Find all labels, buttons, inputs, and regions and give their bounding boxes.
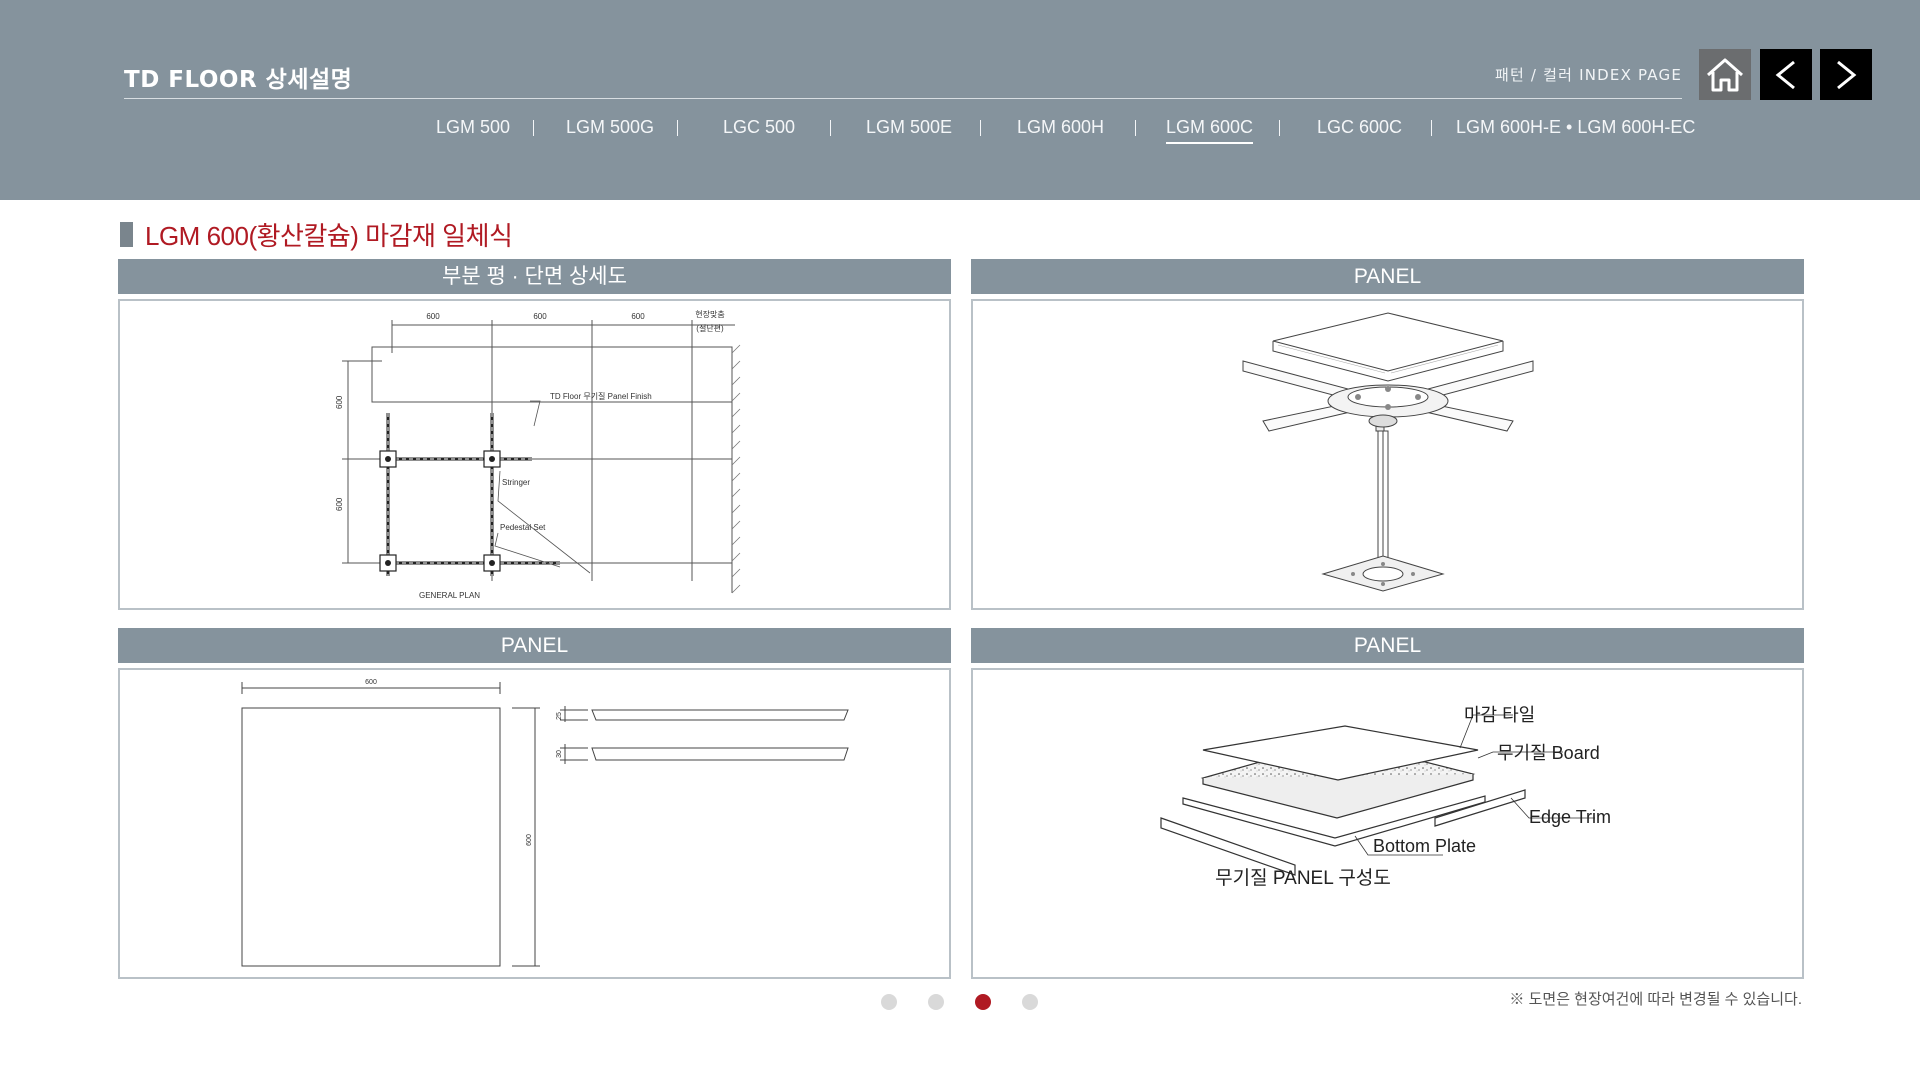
site-label: 현장맞춤 xyxy=(695,309,724,319)
dim-label: 600 xyxy=(426,312,440,321)
chevron-right-icon xyxy=(1837,60,1857,89)
finish-label: TD Floor 무기질 Panel Finish xyxy=(550,392,652,401)
dimension-panel: PANEL 600 600 25 30 xyxy=(118,628,951,979)
iso-panel: PANEL xyxy=(971,259,1804,610)
tab-separator xyxy=(533,120,534,136)
tab-separator xyxy=(1431,120,1432,136)
panel-heading: PANEL xyxy=(118,628,951,663)
thickness-label: 25 xyxy=(556,712,563,720)
home-icon xyxy=(1707,58,1743,91)
tab-lgm-500[interactable]: LGM 500 xyxy=(436,117,510,138)
tab-lgc-500[interactable]: LGC 500 xyxy=(723,117,795,138)
tab-separator xyxy=(830,120,831,136)
layer-caption: 무기질 PANEL 구성도 xyxy=(1215,867,1391,889)
header-bar: TD FLOOR 상세설명 패턴 / 컬러 INDEX PAGE LGM 500… xyxy=(0,0,1920,200)
layer-panel: PANEL 마감 타일 무기질 Board Edge Trim Bottom P… xyxy=(971,628,1804,979)
dim-label: 600 xyxy=(533,312,547,321)
header-divider xyxy=(124,98,1682,99)
tab-lgm-600h-e[interactable]: LGM 600H-E • LGM 600H-EC xyxy=(1456,117,1695,138)
layer-drawing: 마감 타일 무기질 Board Edge Trim Bottom Plate 무… xyxy=(971,668,1804,979)
dim-label: 600 xyxy=(335,395,344,409)
layer-label-board: 무기질 Board xyxy=(1497,743,1600,763)
tab-lgm-600c[interactable]: LGM 600C xyxy=(1166,117,1254,144)
dim-label: 600 xyxy=(335,497,344,511)
page-dot-2[interactable] xyxy=(928,994,944,1010)
page-dot-3[interactable] xyxy=(975,994,991,1010)
page-dot-4[interactable] xyxy=(1022,994,1038,1010)
layer-label-plate: Bottom Plate xyxy=(1373,836,1476,856)
home-button[interactable] xyxy=(1699,49,1751,100)
plan-drawing: 600 600 600 현장맞춤 (절단편) TD Floor 무기질 Pane… xyxy=(118,299,951,610)
tab-lgc-600c[interactable]: LGC 600C xyxy=(1317,117,1402,138)
section-heading: LGM 600(황산칼슘) 마감재 일체식 xyxy=(120,216,513,253)
layer-label-trim: Edge Trim xyxy=(1529,807,1611,827)
plan-caption: GENERAL PLAN xyxy=(419,591,480,600)
tab-lgm-500e[interactable]: LGM 500E xyxy=(866,117,952,138)
panel-heading: 부분 평 · 단면 상세도 xyxy=(118,259,951,294)
pagination xyxy=(881,994,1038,1010)
heading-marker xyxy=(120,222,133,247)
product-title: LGM 600(황산칼슘) 마감재 일체식 xyxy=(145,221,513,251)
product-tabs: LGM 500 LGM 500G LGC 500 LGM 500E LGM 60… xyxy=(0,117,1920,147)
next-page-button[interactable] xyxy=(1820,49,1872,100)
panel-heading: PANEL xyxy=(971,259,1804,294)
chevron-left-icon xyxy=(1775,60,1795,89)
height-label: 600 xyxy=(526,834,533,846)
layer-label-tile: 마감 타일 xyxy=(1464,705,1535,725)
plan-detail-panel: 부분 평 · 단면 상세도 600 600 600 현장맞춤 (절단편) TD … xyxy=(118,259,951,610)
brand-title: TD FLOOR 상세설명 xyxy=(124,67,353,93)
tab-lgm-500g[interactable]: LGM 500G xyxy=(566,117,654,138)
tab-separator xyxy=(1135,120,1136,136)
tab-separator xyxy=(980,120,981,136)
drawing-footnote: ※ 도면은 현장여건에 따라 변경될 수 있습니다. xyxy=(1509,991,1802,1008)
dimension-drawing: 600 600 25 30 xyxy=(118,668,951,979)
tab-separator xyxy=(677,120,678,136)
dim-label: 600 xyxy=(631,312,645,321)
prev-page-button[interactable] xyxy=(1760,49,1812,100)
tab-lgm-600h[interactable]: LGM 600H xyxy=(1017,117,1104,138)
iso-drawing xyxy=(971,299,1804,610)
thickness-label: 30 xyxy=(556,750,563,758)
panel-heading: PANEL xyxy=(971,628,1804,663)
site-sublabel: (절단편) xyxy=(696,323,724,333)
page-dot-1[interactable] xyxy=(881,994,897,1010)
index-page-link[interactable]: 패턴 / 컬러 INDEX PAGE xyxy=(1495,64,1682,85)
stringer-label: Stringer xyxy=(502,478,530,487)
pedestal-label: Pedestal Set xyxy=(500,523,546,532)
width-label: 600 xyxy=(365,679,377,686)
tab-separator xyxy=(1279,120,1280,136)
